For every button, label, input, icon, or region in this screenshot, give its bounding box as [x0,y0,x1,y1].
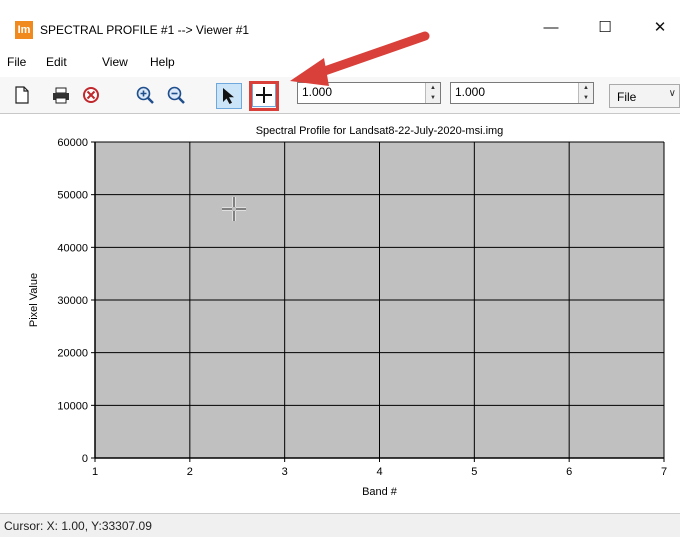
x-tick-label: 4 [376,466,382,478]
chart-title: Spectral Profile for Landsat8-22-July-20… [256,125,504,137]
y-tick-label: 50000 [57,190,88,202]
x-tick-label: 6 [566,466,572,478]
x-tick-label: 7 [661,466,667,478]
plot-area[interactable]: 0 10000 20000 30000 40000 50000 60000 1 2 3 4 5 6 7 Sp… [0,114,680,512]
x-tick-label: 1 [92,466,98,478]
x-axis-label: Band # [362,486,398,498]
x-tick-label: 5 [471,466,477,478]
cursor-readout: Cursor: X: 1.00, Y:33307.09 [4,519,152,533]
y-tick-label: 60000 [57,137,88,149]
x-tick-label: 3 [282,466,288,478]
x-tick-label: 2 [187,466,193,478]
spectral-profile-chart[interactable]: 0 10000 20000 30000 40000 50000 60000 1 2 3 4 5 6 7 Sp… [0,114,680,512]
y-tick-label: 0 [82,453,88,465]
status-bar: Cursor: X: 1.00, Y:33307.09 [0,513,680,537]
y-tick-label: 10000 [57,400,88,412]
y-axis-label: Pixel Value [28,273,40,327]
y-tick-label: 20000 [57,348,88,360]
y-tick-label: 30000 [57,295,88,307]
y-tick-label: 40000 [57,242,88,254]
